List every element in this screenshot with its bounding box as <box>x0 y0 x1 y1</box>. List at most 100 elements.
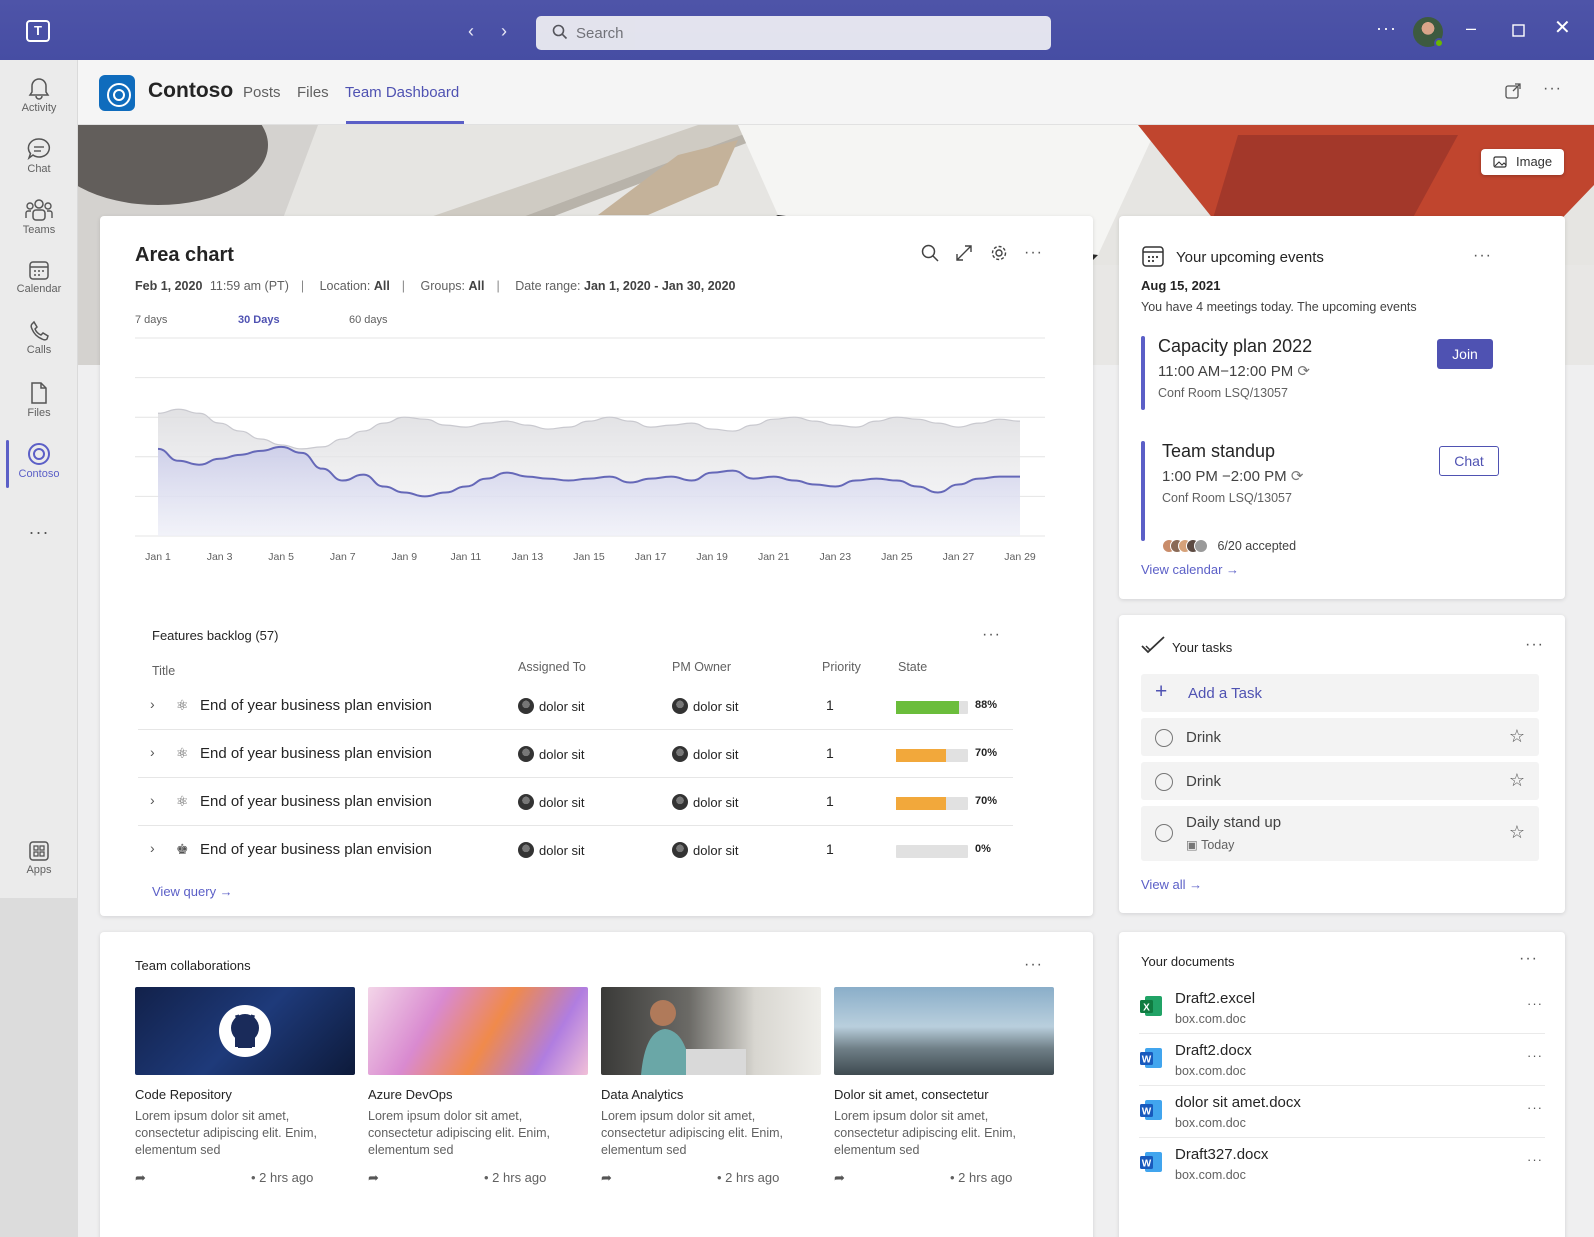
chevron-right-icon[interactable]: › <box>150 744 155 760</box>
collab-item-time: • 2 hrs ago <box>717 1170 780 1185</box>
expand-icon[interactable] <box>956 245 972 261</box>
task-label: Daily stand up <box>1186 814 1282 831</box>
tab-team-dashboard[interactable]: Team Dashboard <box>345 84 459 101</box>
change-image-button[interactable]: Image <box>1481 149 1564 175</box>
teams-logo[interactable]: T <box>26 20 50 42</box>
collab-tile[interactable]: Code Repository Lorem ipsum dolor sit am… <box>135 987 355 1188</box>
minimize-icon[interactable]: – <box>1466 18 1476 38</box>
rail-item-teams[interactable]: Teams <box>0 192 78 250</box>
share-icon[interactable]: ➦ <box>368 1170 379 1186</box>
table-row[interactable]: › ♚ End of year business plan envision d… <box>138 826 1013 874</box>
collab-tile[interactable]: Data Analytics Lorem ipsum dolor sit ame… <box>601 987 821 1188</box>
table-row[interactable]: › ⚛ End of year business plan envision d… <box>138 682 1013 730</box>
document-item[interactable]: W Draft2.docx box.com.doc ··· <box>1139 1034 1545 1086</box>
more-options-icon[interactable]: ··· <box>1527 1048 1543 1063</box>
view-all-tasks-link[interactable]: View all → <box>1141 877 1202 892</box>
more-options-icon[interactable]: ··· <box>1519 951 1538 967</box>
document-item[interactable]: W Draft327.docx box.com.doc ··· <box>1139 1138 1545 1190</box>
document-name: Draft2.docx <box>1175 1042 1252 1059</box>
rail-item-files[interactable]: Files <box>0 375 78 433</box>
star-icon[interactable]: ☆ <box>1509 726 1525 747</box>
more-apps-icon[interactable]: ··· <box>0 522 78 543</box>
task-item[interactable]: Drink ☆ <box>1141 762 1539 800</box>
row-title: End of year business plan envision <box>200 697 432 714</box>
area-chart: Jan 1 Jan 3 Jan 5 Jan 7 Jan 9 Jan 11 Jan 13 Jan… <box>135 337 1045 563</box>
view-query-link[interactable]: View query → <box>152 884 233 899</box>
rail-item-chat[interactable]: Chat <box>0 131 78 189</box>
rail-item-activity[interactable]: Activity <box>0 70 78 128</box>
tab-files[interactable]: Files <box>297 84 329 101</box>
column-header-assigned: Assigned To <box>518 660 586 674</box>
chevron-right-icon[interactable]: › <box>150 792 155 808</box>
document-item[interactable]: X Draft2.excel box.com.doc ··· <box>1139 982 1545 1034</box>
maximize-icon[interactable] <box>1512 24 1525 37</box>
task-item[interactable]: Drink ☆ <box>1141 718 1539 756</box>
more-options-icon[interactable]: ··· <box>1527 1152 1543 1167</box>
share-icon[interactable]: ➦ <box>834 1170 845 1186</box>
event-time-text: 11:00 AM−12:00 PM <box>1158 363 1294 380</box>
phone-icon <box>30 320 49 341</box>
avatar[interactable] <box>1413 17 1444 48</box>
table-row[interactable]: › ⚛ End of year business plan envision d… <box>138 730 1013 778</box>
event-title: Team standup <box>1162 441 1276 461</box>
more-options-icon[interactable]: ··· <box>1376 18 1397 38</box>
range-tab-30-days[interactable]: 30 Days <box>238 314 280 326</box>
rail-item-calendar[interactable]: Calendar <box>0 253 78 311</box>
chat-button[interactable]: Chat <box>1439 446 1499 476</box>
zoom-icon[interactable] <box>921 244 939 262</box>
search-input[interactable] <box>576 22 1016 44</box>
document-source: box.com.doc <box>1175 1012 1246 1026</box>
share-icon[interactable]: ➦ <box>135 1170 146 1186</box>
rail-item-contoso[interactable]: Contoso <box>0 436 78 494</box>
forward-arrow-icon[interactable]: › <box>501 22 507 40</box>
more-options-icon[interactable]: ··· <box>1024 245 1043 261</box>
close-icon[interactable]: ✕ <box>1554 18 1571 38</box>
task-checkbox[interactable] <box>1155 824 1173 842</box>
more-options-icon[interactable]: ··· <box>1473 248 1492 264</box>
more-options-icon[interactable]: ··· <box>1527 1100 1543 1115</box>
more-options-icon[interactable]: ··· <box>1024 957 1043 973</box>
github-icon <box>219 1005 271 1057</box>
chat-icon <box>27 138 51 161</box>
range-tab-60-days[interactable]: 60 days <box>349 314 388 326</box>
chart-series <box>157 408 1021 536</box>
task-item[interactable]: Daily stand up ▣ Today ☆ <box>1141 806 1539 861</box>
share-icon[interactable]: ➦ <box>601 1170 612 1186</box>
rail-item-apps[interactable]: Apps <box>0 834 78 892</box>
more-options-icon[interactable]: ··· <box>982 627 1001 643</box>
table-row[interactable]: › ⚛ End of year business plan envision d… <box>138 778 1013 826</box>
more-options-icon[interactable]: ··· <box>1525 637 1544 653</box>
add-task-button[interactable]: + Add a Task <box>1141 674 1539 712</box>
collab-tile[interactable]: Azure DevOps Lorem ipsum dolor sit amet,… <box>368 987 588 1188</box>
upcoming-events-card: Your upcoming events ··· Aug 15, 2021 Yo… <box>1119 216 1565 599</box>
join-button[interactable]: Join <box>1437 339 1493 369</box>
settings-gear-icon[interactable] <box>990 244 1008 262</box>
view-calendar-link[interactable]: View calendar → <box>1141 562 1239 577</box>
assigned-person: dolor sit <box>518 698 585 714</box>
owner-name: dolor sit <box>693 795 739 810</box>
more-options-icon[interactable]: ··· <box>1543 80 1562 98</box>
meta-location-value: All <box>373 279 390 293</box>
popout-icon[interactable] <box>1505 83 1521 99</box>
task-checkbox[interactable] <box>1155 729 1173 747</box>
collab-title: Team collaborations <box>135 958 251 973</box>
collab-tile[interactable]: Dolor sit amet, consectetur Lorem ipsum … <box>834 987 1054 1188</box>
chevron-right-icon[interactable]: › <box>150 696 155 712</box>
document-item[interactable]: W dolor sit amet.docx box.com.doc ··· <box>1139 1086 1545 1138</box>
collab-thumbnail <box>368 987 588 1075</box>
range-tab-7-days[interactable]: 7 days <box>135 314 167 326</box>
tasks-card: Your tasks ··· + Add a Task Drink ☆ Drin… <box>1119 615 1565 913</box>
task-checkbox[interactable] <box>1155 773 1173 791</box>
avatar <box>518 842 534 858</box>
star-icon[interactable]: ☆ <box>1509 822 1525 843</box>
progress-fill <box>896 797 947 810</box>
tab-posts[interactable]: Posts <box>243 84 281 101</box>
rail-item-calls[interactable]: Calls <box>0 314 78 372</box>
priority-value: 1 <box>826 793 834 809</box>
state-progress-bar <box>896 845 968 858</box>
back-arrow-icon[interactable]: ‹ <box>468 22 474 40</box>
more-options-icon[interactable]: ··· <box>1527 996 1543 1011</box>
chevron-right-icon[interactable]: › <box>150 840 155 856</box>
star-icon[interactable]: ☆ <box>1509 770 1525 791</box>
search-box[interactable] <box>536 16 1051 50</box>
